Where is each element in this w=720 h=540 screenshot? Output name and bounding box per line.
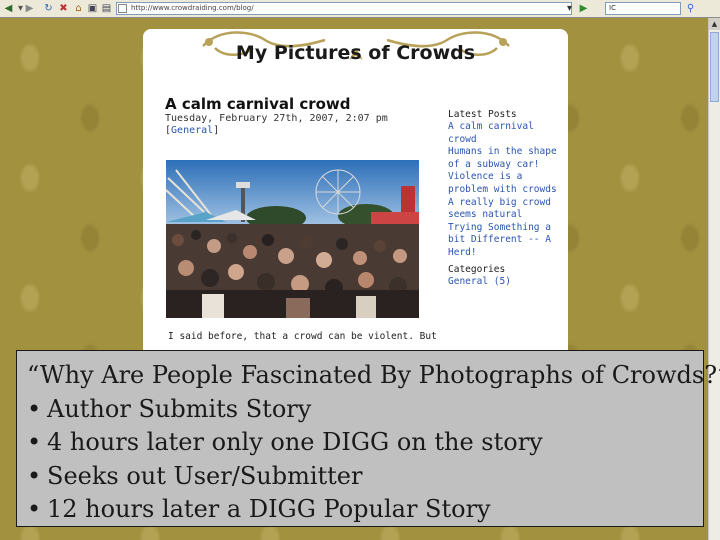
caption-box: “Why Are People Fascinated By Photograph… [16,350,720,527]
page-favicon-icon [118,4,127,13]
browser-toolbar: ◀ ▾ ▶ ↻ ✖ ⌂ ▣ ▤ http://www.crowdraiding.… [0,0,720,18]
scroll-up-arrow-icon[interactable]: ▲ [709,18,720,30]
bullet-icon: • [27,495,42,523]
caption-bullet-item: • Author Submits Story [27,393,703,427]
post-excerpt: I said before, that a crowd can be viole… [168,331,437,342]
go-icon[interactable]: ▶ [577,2,590,15]
vertical-scrollbar[interactable]: ▲ [708,18,720,540]
caption-item-text: Author Submits Story [47,394,312,423]
carnival-crowd-photo [166,160,419,318]
bullet-icon: • [27,428,42,456]
latest-posts-heading: Latest Posts [448,109,517,120]
bullet-icon: • [27,461,42,490]
bookmark-icon[interactable]: ▣ [86,2,99,15]
caption-bullet-item: • 12 hours later a DIGG Popular Story [27,493,703,527]
caption-bullet-item: • 4 hours later only one DIGG on the stor… [27,426,703,460]
reload-icon[interactable]: ↻ [42,2,55,15]
sidebar-link-big-crowd[interactable]: A really big crowd seems natural [448,197,563,222]
caption-bullet-item: • Seeks out User/Submitter [27,460,703,494]
categories-heading: Categories [448,264,506,275]
category-bracket-close: ] [213,125,220,136]
scroll-thumb[interactable] [710,32,719,102]
address-dropdown-icon[interactable]: ▾ [563,2,576,15]
forward-icon[interactable]: ▶ [23,2,36,15]
sidebar-link-violence[interactable]: Violence is a problem with crowds [448,171,563,196]
home-icon[interactable]: ⌂ [72,2,85,15]
bullet-icon: • [27,394,42,423]
caption-item-text: Seeks out User/Submitter [47,461,363,490]
caption-question: “Why Are People Fascinated By Photograph… [27,361,720,389]
caption-item-text: 4 hours later only one DIGG on the story [47,428,543,456]
search-icon[interactable]: ⚲ [684,2,697,15]
print-icon[interactable]: ▤ [100,2,113,15]
sidebar-link-calm-carnival[interactable]: A calm carnival crowd [448,121,563,146]
post-date: Tuesday, February 27th, 2007, 2:07 pm [165,113,388,124]
category-link-general[interactable]: General [171,125,213,136]
sidebar-link-subway-car[interactable]: Humans in the shape of a subway car! [448,146,563,171]
site-title: My Pictures of Crowds [235,42,476,64]
sidebar-link-herd[interactable]: Trying Something a bit Different -- A He… [448,222,563,260]
stop-icon[interactable]: ✖ [57,2,70,15]
post-title[interactable]: A calm carnival crowd [165,95,351,113]
address-bar[interactable]: http://www.crowdraiding.com/blog/ [116,2,572,15]
post-category: [General] [165,125,219,136]
latest-posts-list: A calm carnival crowd Humans in the shap… [448,121,563,260]
caption-item-text: 12 hours later a DIGG Popular Story [47,495,491,523]
search-input[interactable]: IC [605,2,681,15]
sidebar-category-general[interactable]: General (5) [448,276,511,287]
